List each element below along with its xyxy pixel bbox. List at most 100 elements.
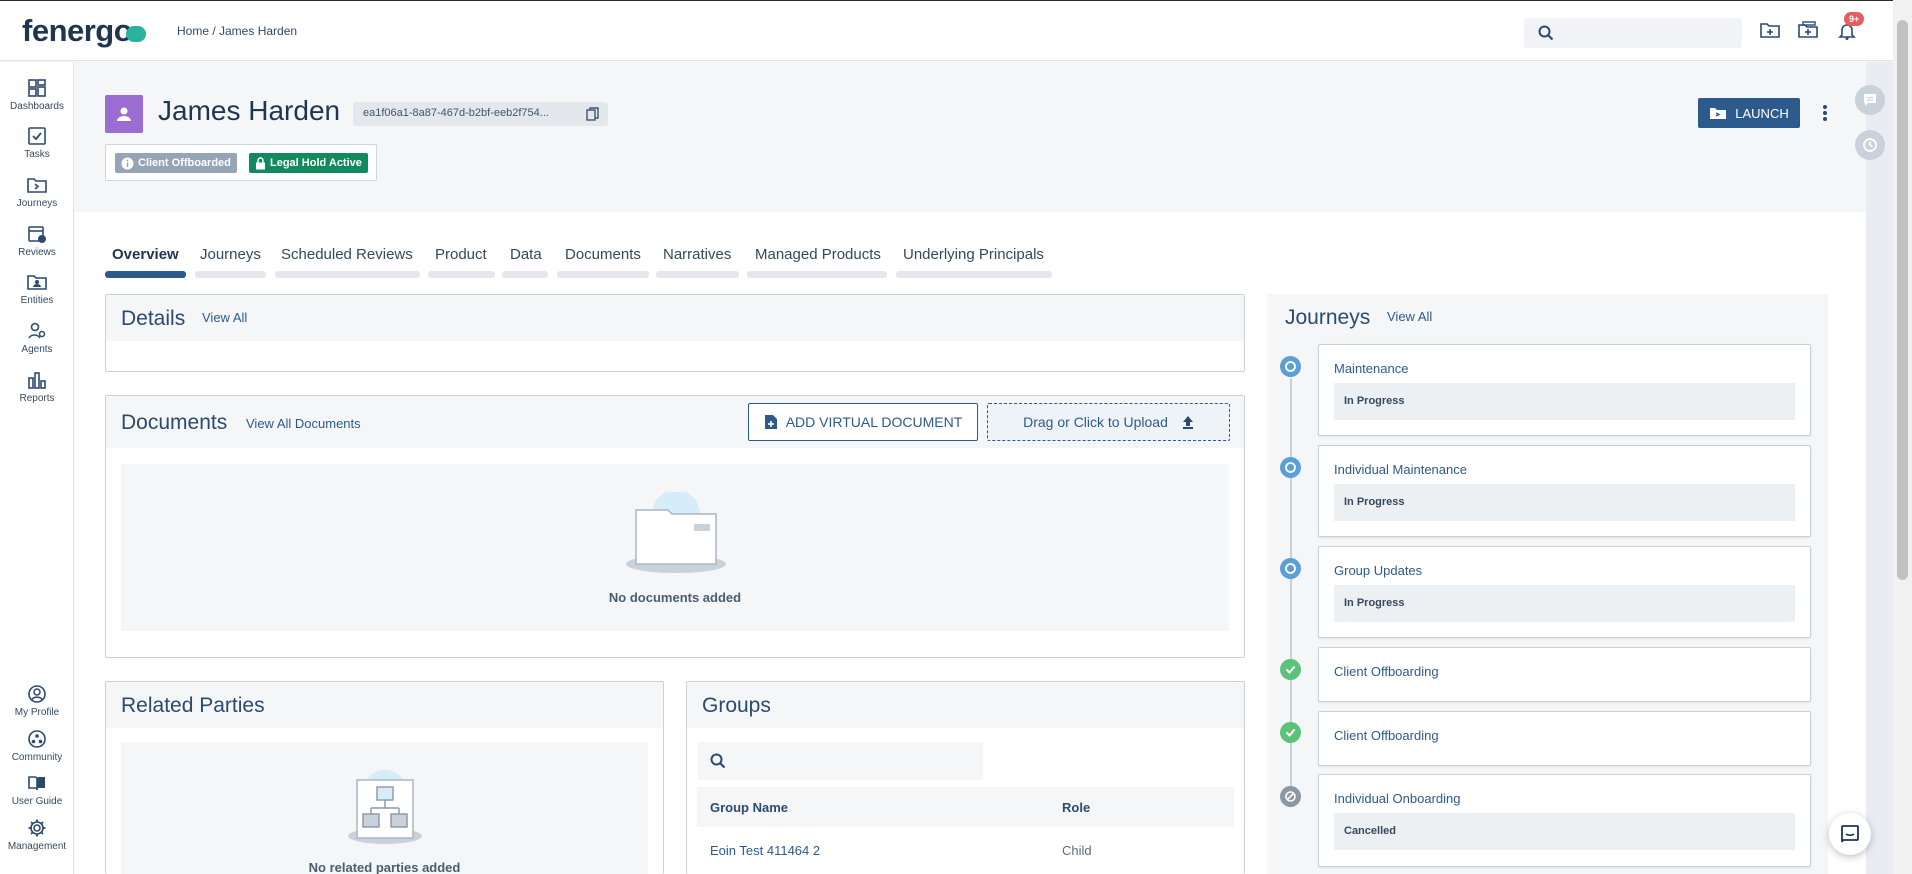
copy-icon[interactable] xyxy=(586,107,600,121)
details-header xyxy=(106,295,1244,341)
tab-data[interactable]: Data xyxy=(510,246,542,263)
column-group-name[interactable]: Group Name xyxy=(710,800,788,815)
document-add-icon xyxy=(764,415,777,429)
scrollbar-thumb[interactable] xyxy=(1897,20,1908,580)
empty-folder-illustration xyxy=(626,492,726,573)
fenergo-logo[interactable]: fenergo xyxy=(22,13,147,49)
agents-icon xyxy=(28,322,46,339)
nav-tasks[interactable]: Tasks xyxy=(0,126,74,160)
side-navigation: Dashboards Tasks Journeys Reviews Entiti… xyxy=(0,62,74,874)
nav-user-guide[interactable]: User Guide xyxy=(0,773,74,807)
tab-indicator xyxy=(557,271,649,278)
tab-journeys[interactable]: Journeys xyxy=(200,246,261,263)
new-folder-icon[interactable] xyxy=(1760,21,1780,39)
comments-button[interactable] xyxy=(1855,85,1885,115)
groups-search-input[interactable] xyxy=(698,742,983,780)
journey-card[interactable]: Client Offboarding xyxy=(1318,647,1811,702)
launch-button[interactable]: LAUNCH xyxy=(1698,98,1800,128)
table-row[interactable]: Eoin Test 411464 2 Child xyxy=(697,835,1234,865)
upload-icon xyxy=(1182,415,1193,429)
groups-table-header: Group Name Role xyxy=(697,787,1234,827)
tab-managed-products[interactable]: Managed Products xyxy=(755,246,881,263)
tab-indicator xyxy=(428,271,495,278)
gear-icon xyxy=(28,819,46,837)
view-all-documents-link[interactable]: View All Documents xyxy=(246,416,361,431)
column-role[interactable]: Role xyxy=(1062,800,1090,815)
check-icon xyxy=(1280,659,1301,680)
nav-management[interactable]: Management xyxy=(0,818,74,852)
nav-reviews[interactable]: Reviews xyxy=(0,224,74,258)
more-options-icon[interactable] xyxy=(1822,104,1828,122)
page-scrollbar[interactable] xyxy=(1893,0,1912,874)
journey-name[interactable]: Group Updates xyxy=(1334,563,1422,578)
journey-name[interactable]: Client Offboarding xyxy=(1334,728,1439,743)
journey-card[interactable]: Client Offboarding xyxy=(1318,711,1811,766)
tab-scheduled-reviews[interactable]: Scheduled Reviews xyxy=(281,246,413,263)
comment-icon xyxy=(1864,94,1876,106)
journeys-icon xyxy=(27,178,47,193)
tab-documents[interactable]: Documents xyxy=(565,246,641,263)
entity-name: James Harden xyxy=(158,95,341,126)
documents-title: Documents xyxy=(121,411,228,434)
legal-hold-badge: Legal Hold Active xyxy=(249,153,368,173)
tasks-icon xyxy=(28,127,46,145)
journey-status: In Progress xyxy=(1334,383,1795,420)
nav-my-profile[interactable]: My Profile xyxy=(0,684,74,718)
journey-card[interactable]: Individual Onboarding Cancelled xyxy=(1318,774,1811,867)
documents-panel: Documents View All Documents ADD VIRTUAL… xyxy=(105,395,1245,658)
launch-folder-icon xyxy=(1710,108,1727,119)
journey-card[interactable]: Group Updates In Progress xyxy=(1318,546,1811,638)
reports-icon xyxy=(28,372,46,389)
in-progress-icon xyxy=(1280,457,1301,478)
group-name-link[interactable]: Eoin Test 411464 2 xyxy=(710,843,820,858)
cancelled-icon xyxy=(1280,786,1301,807)
journey-name[interactable]: Client Offboarding xyxy=(1334,664,1439,679)
breadcrumb[interactable]: Home / James Harden xyxy=(177,24,297,38)
tab-overview[interactable]: Overview xyxy=(112,246,179,263)
group-role: Child xyxy=(1062,843,1092,858)
nav-agents[interactable]: Agents xyxy=(0,321,74,355)
tab-narratives[interactable]: Narratives xyxy=(663,246,731,263)
nav-community[interactable]: Community xyxy=(0,729,74,763)
journeys-title: Journeys xyxy=(1285,306,1371,329)
nav-dashboards[interactable]: Dashboards xyxy=(0,78,74,112)
entity-id-chip: ea1f06a1-8a87-467d-b2bf-eeb2f754... xyxy=(353,102,608,126)
upload-dropzone[interactable]: Drag or Click to Upload xyxy=(987,403,1230,441)
tab-indicator xyxy=(195,271,266,278)
info-icon xyxy=(121,157,134,169)
documents-empty-state: No documents added xyxy=(121,464,1229,631)
search-icon xyxy=(1538,25,1554,41)
nav-journeys[interactable]: Journeys xyxy=(0,175,74,209)
chat-launcher-button[interactable] xyxy=(1829,813,1871,855)
groups-title: Groups xyxy=(702,694,771,717)
details-view-all-link[interactable]: View All xyxy=(202,310,247,325)
related-parties-empty-state: No related parties added xyxy=(121,742,648,874)
add-virtual-document-button[interactable]: ADD VIRTUAL DOCUMENT xyxy=(748,403,978,441)
related-parties-title: Related Parties xyxy=(121,694,265,717)
nav-reports[interactable]: Reports xyxy=(0,370,74,404)
search-icon xyxy=(710,753,726,769)
nav-entities[interactable]: Entities xyxy=(0,272,74,306)
history-button[interactable] xyxy=(1855,130,1885,160)
tab-product[interactable]: Product xyxy=(435,246,487,263)
tab-indicator xyxy=(896,271,1052,278)
community-icon xyxy=(28,730,46,748)
journey-name[interactable]: Individual Onboarding xyxy=(1334,791,1460,806)
entity-id-text: ea1f06a1-8a87-467d-b2bf-eeb2f754... xyxy=(363,107,549,119)
journey-card[interactable]: Maintenance In Progress xyxy=(1318,344,1811,436)
journey-status: In Progress xyxy=(1334,585,1795,622)
right-rail xyxy=(1866,62,1893,874)
journey-name[interactable]: Maintenance xyxy=(1334,361,1408,376)
journeys-view-all-link[interactable]: View All xyxy=(1387,309,1432,324)
journey-name[interactable]: Individual Maintenance xyxy=(1334,462,1467,477)
tab-indicator-overview xyxy=(105,271,186,278)
notification-badge: 9+ xyxy=(1844,12,1865,26)
documents-empty-text: No documents added xyxy=(608,590,742,605)
dashboard-icon xyxy=(28,79,46,97)
global-search-input[interactable] xyxy=(1524,18,1742,48)
history-icon xyxy=(1863,138,1877,152)
add-folder-icon[interactable] xyxy=(1798,21,1818,39)
journey-card[interactable]: Individual Maintenance In Progress xyxy=(1318,445,1811,537)
tab-indicator xyxy=(656,271,739,278)
tab-underlying-principals[interactable]: Underlying Principals xyxy=(903,246,1044,263)
